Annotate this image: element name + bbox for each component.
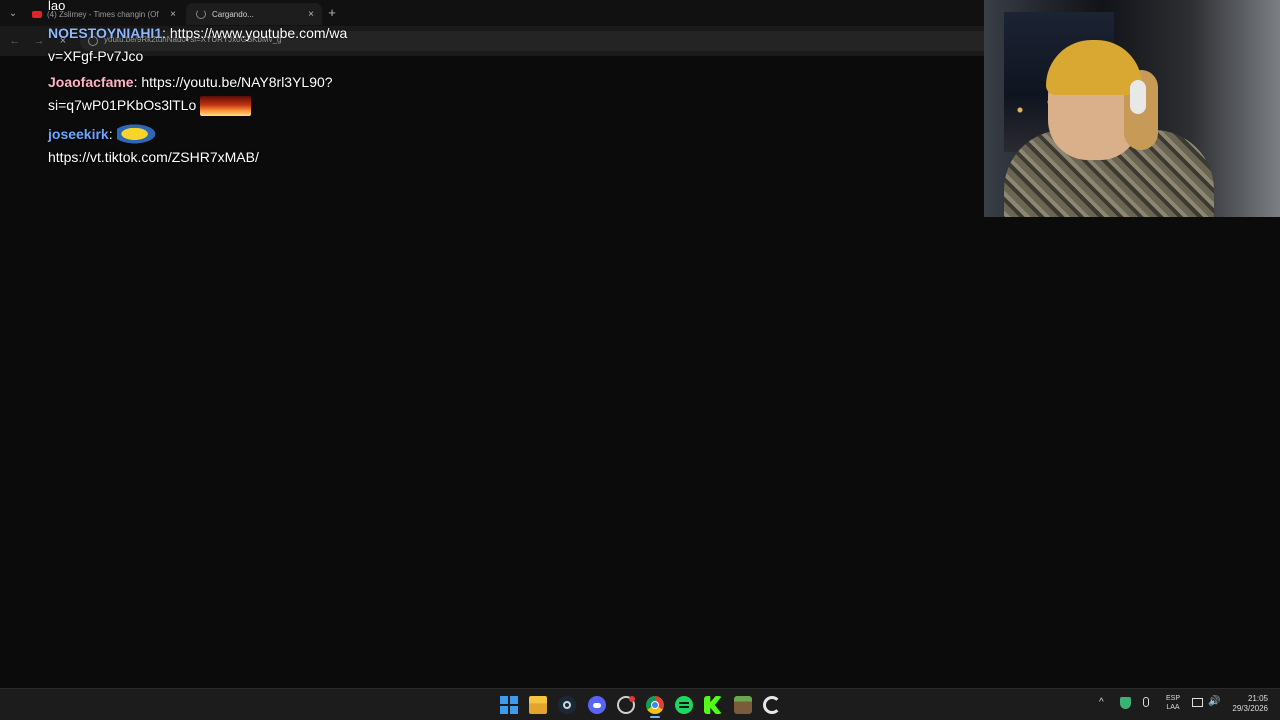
chat-message: Joaofacfame: https://youtu.be/NAY8rl3YL9… (48, 71, 428, 117)
youtube-icon (32, 10, 42, 18)
security-shield-icon[interactable] (1120, 697, 1131, 709)
minecraft-icon[interactable] (734, 696, 752, 714)
chat-separator: : (108, 126, 113, 142)
chat-text-continued: v=XFgf-Pv7Jco (48, 48, 144, 64)
chat-text-continued: si=q7wP01PKbOs3lTLo (48, 97, 197, 113)
network-icon[interactable] (1192, 698, 1203, 707)
ccleaner-icon[interactable] (763, 696, 781, 714)
language-code: ESP (1165, 695, 1180, 702)
keyboard-layout: LAA (1166, 704, 1180, 711)
discord-icon[interactable] (588, 696, 606, 714)
show-hidden-icons-chevron-icon[interactable]: ^ (1099, 697, 1104, 708)
chat-username[interactable]: joseekirk (48, 126, 109, 142)
chat-text: https://youtu.be/NAY8rl3YL90? (137, 74, 333, 90)
chat-message: NOESTOYNIAHI1: https://www.youtube.com/w… (48, 22, 428, 68)
tab-search-chevron-icon[interactable]: ⌄ (5, 6, 21, 22)
microphone-icon[interactable] (1143, 697, 1149, 707)
spotify-icon[interactable] (675, 696, 693, 714)
webcam-feed (984, 0, 1280, 217)
chat-username[interactable]: Joaofacfame (48, 74, 134, 90)
chat-previous-fragment: lao (48, 0, 66, 13)
tab-close-icon[interactable]: × (168, 9, 178, 20)
tab-title: Cargando... (212, 9, 254, 19)
clock-date: 29/3/2026 (1232, 704, 1268, 713)
clock-time: 21:05 (1247, 694, 1268, 703)
steam-icon[interactable] (558, 696, 576, 714)
new-tab-button[interactable]: + (325, 6, 339, 20)
back-arrow-icon[interactable]: ← (8, 34, 22, 48)
active-app-indicator (650, 716, 660, 718)
system-clock[interactable]: 21:05 29/3/2026 (1228, 694, 1268, 714)
taskbar (0, 688, 1280, 720)
chat-username[interactable]: NOESTOYNIAHI1 (48, 25, 162, 41)
windows-start-icon[interactable] (500, 696, 518, 714)
file-explorer-icon[interactable] (529, 696, 547, 714)
volume-icon[interactable]: 🔊 (1208, 696, 1220, 707)
tab-close-icon[interactable]: × (306, 9, 316, 20)
notification-dot (629, 696, 635, 702)
minion-emote (116, 124, 161, 147)
chat-text-continued: https://vt.tiktok.com/ZSHR7xMAB/ (48, 149, 259, 166)
loading-spinner-icon (196, 9, 206, 19)
forward-arrow-icon[interactable]: → (32, 34, 46, 48)
webcam-headphones (1130, 80, 1146, 114)
chrome-icon[interactable] (646, 696, 664, 714)
chat-message: joseekirk: https://vt.tiktok.com/ZSHR7xM… (48, 123, 428, 169)
fire-emote (200, 96, 252, 117)
input-language-indicator[interactable]: ESP LAA (1162, 694, 1184, 712)
chat-text: https://www.youtube.com/wa (166, 25, 348, 41)
